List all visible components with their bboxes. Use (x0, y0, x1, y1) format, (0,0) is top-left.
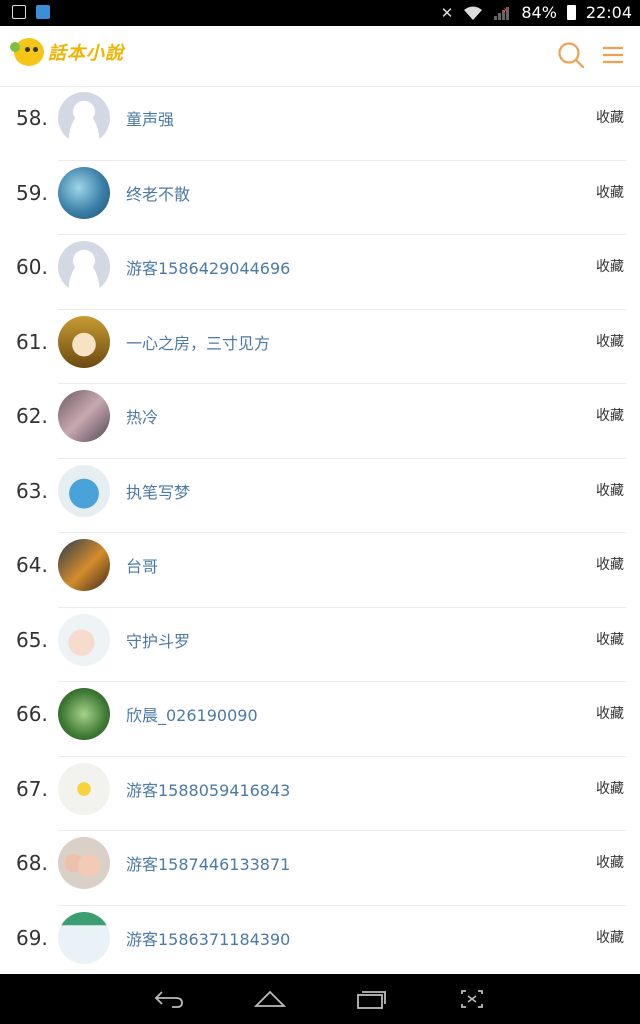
user-name[interactable]: 台哥 (126, 553, 158, 577)
rank-number: 62. (16, 404, 48, 428)
list-item[interactable]: 62. 热冷 收藏 (0, 384, 640, 459)
battery-percent: 84% (521, 3, 557, 22)
user-name[interactable]: 游客1587446133871 (126, 851, 290, 875)
kids-photo-avatar[interactable] (58, 837, 110, 889)
list-item[interactable]: 66. 欣晨_026190090 收藏 (0, 682, 640, 757)
user-name[interactable]: 游客1586429044696 (126, 255, 290, 279)
list-item[interactable]: 63. 执笔写梦 收藏 (0, 459, 640, 533)
wifi-icon (464, 6, 483, 20)
default-avatar[interactable] (58, 241, 110, 293)
user-name[interactable]: 童声强 (126, 106, 174, 130)
svg-text:x: x (503, 5, 508, 14)
rank-number: 64. (16, 553, 48, 577)
list-item[interactable]: 68. 游客1587446133871 收藏 (0, 831, 640, 906)
system-nav-bar (0, 974, 640, 1024)
notification-icons (12, 5, 50, 19)
anime-girl-avatar[interactable] (58, 315, 110, 368)
rank-number: 69. (16, 925, 48, 950)
user-name[interactable]: 欣晨_026190090 (126, 702, 258, 726)
favorite-button[interactable]: 收藏 (596, 629, 624, 649)
mascot-icon (10, 38, 44, 66)
favorite-button[interactable]: 收藏 (596, 405, 624, 425)
stitch-avatar[interactable] (58, 464, 110, 517)
clock: 22:04 (585, 3, 632, 22)
logo-text: 話本小說 (48, 43, 124, 64)
list-item[interactable]: 69. 游客1586371184390 收藏 (0, 906, 640, 980)
app-notification-icon (36, 5, 50, 19)
user-name[interactable]: 游客1588059416843 (126, 777, 290, 801)
favorite-button[interactable]: 收藏 (596, 703, 624, 723)
battery-icon (566, 5, 576, 20)
recents-icon[interactable] (354, 988, 388, 1010)
menu-icon[interactable] (598, 40, 628, 70)
list-item[interactable]: 59. 终老不散 收藏 (0, 161, 640, 235)
list-item[interactable]: 64. 台哥 收藏 (0, 533, 640, 608)
user-name[interactable]: 执笔写梦 (126, 479, 190, 503)
user-name[interactable]: 游客1586371184390 (126, 926, 290, 950)
user-list: 58. 童声强 收藏 59. 终老不散 收藏 60. 游客15864290446… (0, 86, 640, 980)
photo-avatar[interactable] (58, 390, 110, 442)
favorite-button[interactable]: 收藏 (596, 256, 624, 276)
favorite-button[interactable]: 收藏 (596, 927, 624, 947)
back-icon[interactable] (152, 988, 186, 1010)
favorite-button[interactable]: 收藏 (596, 554, 624, 574)
plant-avatar[interactable] (58, 688, 110, 740)
list-item[interactable]: 65. 守护斗罗 收藏 (0, 608, 640, 682)
rank-number: 60. (16, 255, 48, 279)
favorite-button[interactable]: 收藏 (596, 480, 624, 500)
user-name[interactable]: 守护斗罗 (126, 628, 190, 652)
rank-number: 59. (16, 180, 48, 205)
favorite-button[interactable]: 收藏 (596, 182, 624, 202)
screenshot-icon[interactable] (455, 988, 489, 1010)
favorite-button[interactable]: 收藏 (596, 852, 624, 872)
rank-number: 61. (16, 329, 48, 354)
user-name[interactable]: 一心之房，三寸见方 (126, 330, 270, 354)
favorite-button[interactable]: 收藏 (596, 331, 624, 351)
list-item[interactable]: 58. 童声强 收藏 (0, 86, 640, 161)
sun-cartoon-avatar[interactable] (58, 762, 110, 815)
favorite-button[interactable]: 收藏 (596, 107, 624, 127)
favorite-button[interactable]: 收藏 (596, 778, 624, 798)
rank-number: 67. (16, 776, 48, 801)
default-avatar[interactable] (58, 92, 110, 144)
rank-number: 65. (16, 627, 48, 652)
snow-cartoon-avatar[interactable] (58, 911, 110, 964)
mute-icon: ✕ (440, 3, 454, 22)
list-item[interactable]: 61. 一心之房，三寸见方 收藏 (0, 310, 640, 384)
list-item[interactable]: 60. 游客1586429044696 收藏 (0, 235, 640, 310)
user-name[interactable]: 终老不散 (126, 181, 190, 205)
app-header: 話本小說 (0, 26, 640, 87)
rank-number: 68. (16, 851, 48, 875)
anime-boy-avatar[interactable] (58, 539, 110, 591)
status-bar: ✕ x 84% 22:04 (0, 0, 640, 26)
rank-number: 58. (16, 106, 48, 130)
user-name[interactable]: 热冷 (126, 404, 158, 428)
baby-avatar[interactable] (58, 613, 110, 666)
rank-number: 66. (16, 702, 48, 726)
app-logo[interactable]: 話本小說 (10, 38, 124, 66)
starry-sky-avatar[interactable] (58, 166, 110, 219)
home-icon[interactable] (253, 988, 287, 1010)
search-icon[interactable] (556, 40, 586, 70)
list-item[interactable]: 67. 游客1588059416843 收藏 (0, 757, 640, 831)
rank-number: 63. (16, 478, 48, 503)
gallery-notification-icon (12, 5, 26, 19)
status-indicators: ✕ x 84% 22:04 (441, 3, 632, 22)
signal-icon: x (494, 5, 510, 20)
